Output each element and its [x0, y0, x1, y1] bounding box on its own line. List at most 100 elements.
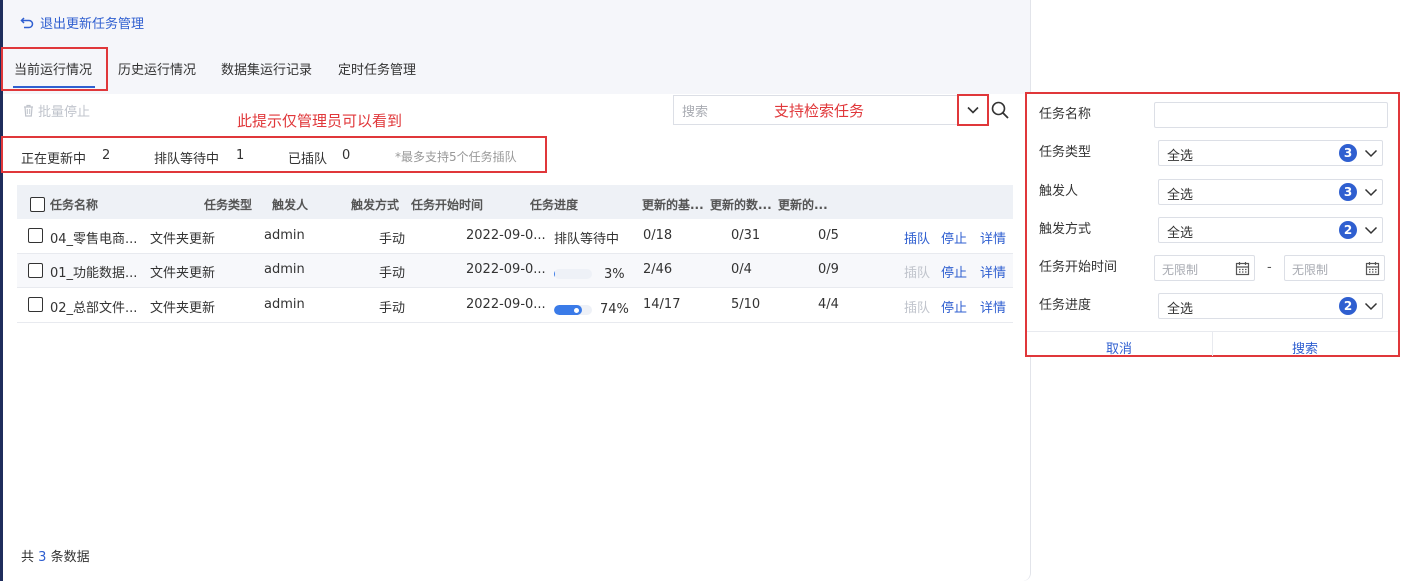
row-checkbox[interactable] — [28, 297, 43, 312]
column-header: 更新的数... — [710, 198, 772, 212]
updated-other-count: 0/9 — [818, 262, 839, 277]
filter-trigger-mode-label: 触发方式 — [1039, 222, 1092, 237]
chevron-down-icon — [1364, 226, 1378, 235]
queued-label: 排队等待中 — [154, 152, 220, 167]
search-placeholder: 搜索 — [682, 105, 709, 120]
progress-bar — [554, 305, 592, 315]
exit-task-management-label: 退出更新任务管理 — [40, 17, 145, 32]
details-button[interactable]: 详情 — [980, 297, 1006, 316]
progress-value: 全选 — [1167, 302, 1194, 317]
select-all-checkbox[interactable] — [30, 197, 45, 212]
stop-button[interactable]: 停止 — [941, 262, 967, 281]
table-header — [17, 185, 1013, 219]
task-type: 文件夹更新 — [150, 232, 216, 247]
batch-stop-label: 批量停止 — [38, 105, 91, 120]
progress-bar-fill — [554, 305, 583, 315]
tab-current-run[interactable]: 当前运行情况 — [14, 59, 92, 78]
insert-queue-button[interactable]: 插队 — [904, 297, 930, 316]
updated-data-count: 0/31 — [731, 228, 761, 243]
tab-scheduled-tasks[interactable]: 定时任务管理 — [338, 59, 416, 78]
filter-start-time-label: 任务开始时间 — [1039, 260, 1118, 275]
start-time: 2022-09-0... — [466, 297, 546, 312]
trigger-mode: 手动 — [379, 301, 406, 316]
insert-queue-button[interactable]: 插队 — [904, 262, 930, 281]
updated-data-count: 0/4 — [731, 262, 752, 277]
trigger-mode-count-badge: 2 — [1339, 221, 1357, 239]
trigger-mode-select[interactable]: 全选 2 — [1158, 217, 1383, 243]
row-divider — [17, 322, 1013, 323]
tab-dataset-run-log[interactable]: 数据集运行记录 — [221, 59, 312, 78]
trigger-mode-value: 全选 — [1167, 226, 1194, 241]
column-header: 任务进度 — [530, 198, 579, 212]
updated-other-count: 0/5 — [818, 228, 839, 243]
details-button[interactable]: 详情 — [980, 228, 1006, 247]
batch-stop-button[interactable]: 批量停止 — [22, 101, 90, 120]
progress-text: 排队等待中 — [554, 232, 620, 247]
chevron-down-icon — [1364, 302, 1378, 311]
task-name: 02_总部文件... — [50, 301, 138, 316]
search-support-note: 支持检索任务 — [774, 102, 865, 120]
record-count-suffix: 条数据 — [50, 550, 90, 565]
updated-base-count: 2/46 — [643, 262, 673, 277]
inserted-label: 已插队 — [288, 152, 328, 167]
trigger-user: admin — [264, 297, 305, 312]
trigger-user: admin — [264, 228, 305, 243]
trash-icon — [24, 104, 33, 117]
filter-toggle-button[interactable] — [957, 94, 989, 126]
progress-text: 74% — [600, 302, 629, 317]
tab-history-run[interactable]: 历史运行情况 — [118, 59, 196, 78]
filter-trigger-user-label: 触发人 — [1039, 184, 1079, 199]
end-date-input[interactable]: 无限制 — [1284, 255, 1385, 281]
column-header: 任务名称 — [50, 198, 99, 212]
progress-text: 3% — [604, 267, 625, 282]
task-type: 文件夹更新 — [150, 301, 216, 316]
updated-base-count: 0/18 — [643, 228, 673, 243]
task-name-input[interactable] — [1154, 102, 1388, 128]
row-checkbox[interactable] — [28, 228, 43, 243]
back-arrow-icon — [20, 16, 34, 28]
start-time: 2022-09-0... — [466, 228, 546, 243]
active-tab-underline — [13, 86, 95, 88]
cancel-button[interactable]: 取消 — [1106, 338, 1132, 357]
insert-queue-button[interactable]: 插队 — [904, 228, 930, 247]
queued-count: 1 — [236, 148, 245, 163]
search-icon[interactable] — [990, 100, 1010, 120]
updated-base-count: 14/17 — [643, 297, 681, 312]
column-header: 更新的基... — [642, 198, 704, 212]
trigger-user-select[interactable]: 全选 3 — [1158, 179, 1383, 205]
task-type-select[interactable]: 全选 3 — [1158, 140, 1383, 166]
column-header: 任务开始时间 — [411, 198, 484, 212]
chevron-down-icon — [1364, 149, 1378, 158]
updated-data-count: 5/10 — [731, 297, 761, 312]
record-count: 共 3 条数据 — [21, 546, 90, 565]
admin-only-note: 此提示仅管理员可以看到 — [237, 112, 403, 130]
details-button[interactable]: 详情 — [980, 262, 1006, 281]
trigger-mode: 手动 — [379, 232, 406, 247]
row-checkbox[interactable] — [28, 263, 43, 278]
exit-task-management-link[interactable]: 退出更新任务管理 — [20, 13, 144, 32]
stop-button[interactable]: 停止 — [941, 297, 967, 316]
start-date-placeholder: 无限制 — [1162, 263, 1199, 277]
updating-label: 正在更新中 — [21, 152, 87, 167]
updating-count: 2 — [102, 148, 111, 163]
filter-button-separator — [1212, 332, 1213, 356]
record-count-number: 3 — [38, 550, 47, 565]
stop-button[interactable]: 停止 — [941, 228, 967, 247]
progress-select[interactable]: 全选 2 — [1158, 293, 1383, 319]
progress-count-badge: 2 — [1339, 297, 1357, 315]
filter-task-type-label: 任务类型 — [1039, 145, 1092, 160]
start-time: 2022-09-0... — [466, 262, 546, 277]
progress-knob — [572, 305, 582, 315]
column-header: 更新的... — [778, 198, 828, 212]
updated-other-count: 4/4 — [818, 297, 839, 312]
task-type: 文件夹更新 — [150, 266, 216, 281]
task-type-value: 全选 — [1167, 149, 1194, 164]
chevron-down-icon — [1364, 188, 1378, 197]
trigger-mode: 手动 — [379, 266, 406, 281]
start-date-input[interactable]: 无限制 — [1154, 255, 1255, 281]
trigger-user-value: 全选 — [1167, 188, 1194, 203]
inserted-count: 0 — [342, 148, 351, 163]
search-button[interactable]: 搜索 — [1292, 338, 1318, 357]
task-type-count-badge: 3 — [1339, 144, 1357, 162]
calendar-icon — [1365, 262, 1380, 276]
